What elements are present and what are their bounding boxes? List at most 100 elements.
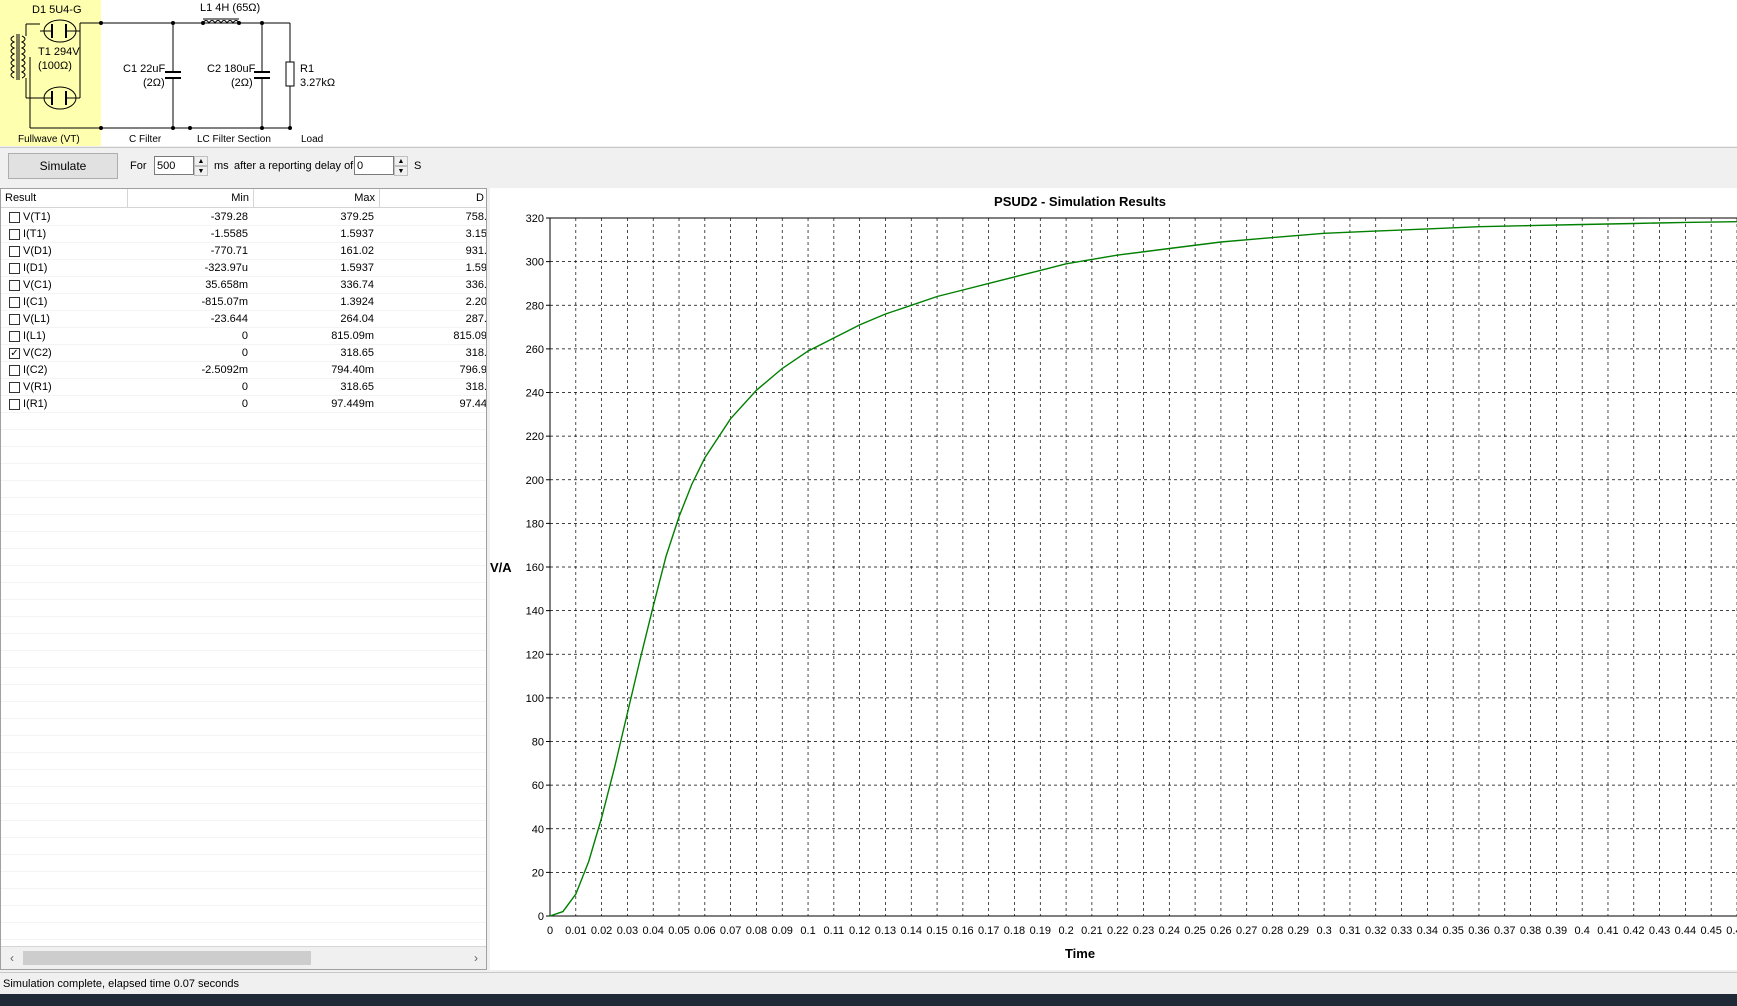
- table-row[interactable]: V(C1) 35.658m 336.74 336.: [1, 277, 486, 294]
- x-tick-label: 0.26: [1210, 925, 1231, 937]
- scrollbar-thumb[interactable]: [23, 951, 311, 965]
- seconds-label: S: [414, 160, 422, 172]
- column-header-result[interactable]: Result: [1, 189, 128, 207]
- duration-input[interactable]: [154, 156, 194, 175]
- x-tick-label: 0.18: [1004, 925, 1025, 937]
- table-row[interactable]: V(D1) -770.71 161.02 931.: [1, 243, 487, 260]
- result-checkbox[interactable]: [9, 399, 20, 410]
- table-row[interactable]: I(T1) -1.5585 1.5937 3.15: [1, 226, 487, 243]
- x-tick-label: 0.08: [746, 925, 767, 937]
- table-row[interactable]: I(R1) 0 97.449m 97.44: [1, 396, 486, 413]
- result-checkbox[interactable]: ✓: [9, 348, 20, 359]
- x-tick-label: 0.13: [875, 925, 896, 937]
- y-tick-label: 280: [526, 300, 544, 312]
- result-checkbox[interactable]: [9, 263, 20, 274]
- y-tick-label: 300: [526, 257, 544, 269]
- y-tick-label: 220: [526, 431, 544, 443]
- y-tick-label: 0: [538, 911, 544, 923]
- y-tick-label: 100: [526, 693, 544, 705]
- result-delta: 1.59: [465, 262, 487, 274]
- scroll-right-icon[interactable]: ›: [467, 949, 485, 967]
- result-checkbox[interactable]: [9, 314, 20, 325]
- c2-resistance: (2Ω): [231, 77, 253, 89]
- chart-title: PSUD2 - Simulation Results: [994, 194, 1166, 209]
- result-max: 161.02: [340, 245, 374, 257]
- y-tick-label: 240: [526, 388, 544, 400]
- table-row[interactable]: I(L1) 0 815.09m 815.09: [1, 328, 486, 345]
- spin-up-icon[interactable]: ▲: [194, 156, 208, 166]
- result-delta: 931.: [465, 245, 487, 257]
- duration-spinner[interactable]: ▲ ▼: [194, 156, 208, 176]
- x-tick-label: 0.35: [1442, 925, 1463, 937]
- y-tick-label: 180: [526, 518, 544, 530]
- scroll-left-icon[interactable]: ‹: [3, 949, 21, 967]
- table-row[interactable]: I(C2) -2.5092m 794.40m 796.9: [1, 362, 486, 379]
- result-delta: 2.20: [465, 296, 487, 308]
- simulation-plot[interactable]: PSUD2 - Simulation Results 0 0.01 0.02 0.03 0…: [490, 188, 1737, 970]
- x-tick-label: 0.03: [617, 925, 638, 937]
- section-c-filter-label: C Filter: [129, 134, 162, 145]
- spin-up-icon[interactable]: ▲: [394, 156, 408, 166]
- delay-spinner[interactable]: ▲ ▼: [394, 156, 408, 176]
- section-lc-filter-label: LC Filter Section: [197, 134, 271, 145]
- result-name: V(C1): [23, 279, 52, 291]
- table-row[interactable]: V(R1) 0 318.65 318.: [1, 379, 487, 396]
- x-tick-label: 0.15: [926, 925, 947, 937]
- taskbar: [0, 994, 1737, 1006]
- result-checkbox[interactable]: [9, 280, 20, 291]
- table-row[interactable]: V(T1) -379.28 379.25 758.: [1, 209, 487, 226]
- result-max: 318.65: [340, 381, 374, 393]
- x-axis-label: Time: [1065, 946, 1095, 961]
- for-label: For: [130, 160, 147, 172]
- column-header-min[interactable]: Min: [128, 189, 254, 207]
- result-min: -1.5585: [210, 228, 248, 240]
- result-checkbox[interactable]: [9, 382, 20, 393]
- result-checkbox[interactable]: [9, 212, 20, 223]
- result-delta: 758.: [465, 211, 487, 223]
- result-checkbox[interactable]: [9, 246, 20, 257]
- delay-label: after a reporting delay of: [234, 160, 354, 172]
- x-tick-label: 0.37: [1494, 925, 1515, 937]
- table-row[interactable]: I(D1) -323.97u 1.5937 1.59: [1, 260, 487, 277]
- result-checkbox[interactable]: [9, 365, 20, 376]
- inductor-label: L1 4H (65Ω): [200, 2, 260, 14]
- x-tick-label: 0.07: [720, 925, 741, 937]
- result-delta: 3.15: [465, 228, 487, 240]
- result-delta: 318.: [465, 381, 487, 393]
- result-checkbox[interactable]: [9, 331, 20, 342]
- result-max: 1.5937: [340, 262, 374, 274]
- x-tick-label: 0.29: [1288, 925, 1309, 937]
- y-axis-label: V/A: [490, 560, 512, 575]
- y-tick-label: 260: [526, 344, 544, 356]
- schematic-drawing: D1 5U4-G T1 294V (100Ω) Fullwave (VT) L1…: [0, 0, 335, 146]
- transformer-label: T1 294V: [38, 46, 80, 58]
- result-checkbox[interactable]: [9, 229, 20, 240]
- column-header-max[interactable]: Max: [254, 189, 380, 207]
- spin-down-icon[interactable]: ▼: [394, 166, 408, 176]
- spin-down-icon[interactable]: ▼: [194, 166, 208, 176]
- ms-label: ms: [214, 160, 229, 172]
- table-row[interactable]: I(C1) -815.07m 1.3924 2.20: [1, 294, 487, 311]
- column-header-delta[interactable]: D: [380, 189, 486, 207]
- x-tick-label: 0.42: [1623, 925, 1644, 937]
- result-name: I(T1): [23, 228, 47, 240]
- result-min: -2.5092m: [201, 364, 248, 376]
- result-min: 0: [241, 398, 248, 410]
- x-tick-label: 0.22: [1107, 925, 1128, 937]
- results-rows: V(T1) -379.28 379.25 758. I(T1) -1.5585 1.5937…: [1, 209, 487, 944]
- result-delta: 318.: [465, 347, 487, 359]
- result-name: V(D1): [23, 245, 52, 257]
- x-tick-label: 0.05: [668, 925, 689, 937]
- x-tick-label: 0.36: [1468, 925, 1489, 937]
- x-tick-label: 0.23: [1133, 925, 1154, 937]
- table-row[interactable]: ✓ V(C2) 0 318.65 318.: [1, 345, 487, 362]
- status-bar: Simulation complete, elapsed time 0.07 s…: [0, 972, 1737, 994]
- delay-input[interactable]: [354, 156, 394, 175]
- horizontal-scrollbar[interactable]: ‹ ›: [1, 946, 486, 969]
- table-row[interactable]: V(L1) -23.644 264.04 287.: [1, 311, 486, 328]
- x-tick-label: 0.04: [643, 925, 664, 937]
- y-tick-label: 20: [532, 867, 544, 879]
- result-name: I(L1): [23, 330, 46, 342]
- simulate-button[interactable]: Simulate: [8, 153, 118, 179]
- result-checkbox[interactable]: [9, 297, 20, 308]
